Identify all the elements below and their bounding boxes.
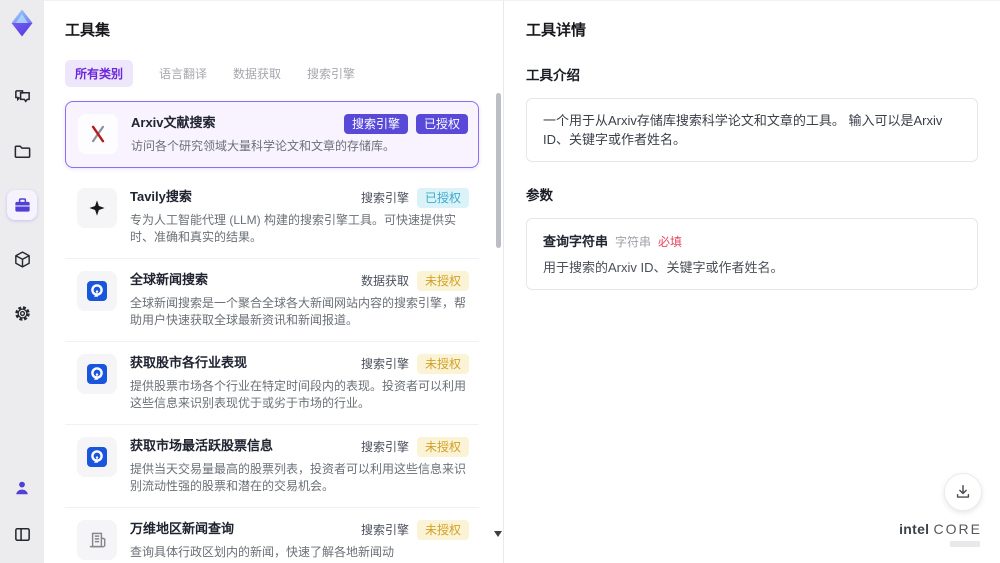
briefcase-icon xyxy=(14,197,30,212)
page-title: 工具集 xyxy=(65,22,111,39)
folder-icon xyxy=(14,145,30,158)
details-title: 工具详情 xyxy=(526,22,587,39)
user-profile-button[interactable] xyxy=(7,473,37,503)
tool-name: Tavily搜索 xyxy=(130,189,192,204)
tool-card[interactable]: Arxiv文献搜索 搜索引擎 已授权 访问各个研究领域大量科学论文和文章的存储库… xyxy=(65,101,479,168)
auth-status-badge: 未授权 xyxy=(416,437,469,457)
tool-card[interactable]: 万维地区新闻查询 搜索引擎 未授权 查询具体行政区划内的新闻，快速了解各地新闻动 xyxy=(65,508,479,563)
tool-icon-tile xyxy=(77,437,117,477)
tab-1[interactable]: 语言翻译 xyxy=(159,60,207,87)
app-rail xyxy=(0,0,44,563)
params-heading: 参数 xyxy=(526,188,553,203)
tool-icon-tile xyxy=(77,271,117,311)
tool-card[interactable]: 全球新闻搜索 数据获取 未授权 全球新闻搜索是一个聚合全球各大新闻网站内容的搜索… xyxy=(65,259,479,342)
auth-status-badge: 未授权 xyxy=(416,271,469,291)
tool-name: Arxiv文献搜索 xyxy=(131,115,216,130)
auth-status-badge: 已授权 xyxy=(415,114,468,134)
download-icon xyxy=(956,484,970,498)
chat-icon xyxy=(14,89,30,103)
tool-name: 获取市场最活跃股票信息 xyxy=(130,438,274,453)
collapse-sidebar-button[interactable] xyxy=(7,519,37,549)
param-required-badge: 必填 xyxy=(658,235,683,249)
nav-files-button[interactable] xyxy=(7,136,37,166)
tool-description: 访问各个研究领域大量科学论文和文章的存储库。 xyxy=(131,139,396,153)
tool-description: 专为人工智能代理 (LLM) 构建的搜索引擎工具。可快速提供实时、准确和真实的结… xyxy=(130,213,457,244)
nav-tools-button[interactable] xyxy=(7,190,37,220)
tavily-icon xyxy=(89,200,105,216)
brand-core: CORE xyxy=(933,521,982,537)
brand-underline xyxy=(950,541,980,547)
tab-2[interactable]: 数据获取 xyxy=(233,60,281,87)
intro-text: 一个用于从Arxiv存储库搜索科学论文和文章的工具。 输入可以是Arxiv ID… xyxy=(543,113,943,147)
intro-box: 一个用于从Arxiv存储库搜索科学论文和文章的工具。 输入可以是Arxiv ID… xyxy=(526,98,978,162)
sidebar-panel-icon xyxy=(14,527,30,541)
tool-icon-tile xyxy=(77,188,117,228)
scroll-down-icon[interactable] xyxy=(494,531,502,537)
tool-name: 获取股市各行业表现 xyxy=(130,355,248,370)
nav-settings-button[interactable] xyxy=(7,298,37,328)
gem-logo-icon xyxy=(11,9,33,37)
brand-intel: intel xyxy=(899,521,930,537)
param-name: 查询字符串 xyxy=(543,234,609,249)
qnews-icon xyxy=(87,281,107,301)
download-button[interactable] xyxy=(944,473,982,511)
qnews-icon xyxy=(87,447,107,467)
param-description: 用于搜索的Arxiv ID、关键字或作者姓名。 xyxy=(543,260,784,275)
tool-name: 全球新闻搜索 xyxy=(130,272,209,287)
category-badge: 搜索引擎 xyxy=(360,357,409,371)
building-icon xyxy=(89,532,106,548)
intro-heading: 工具介绍 xyxy=(526,68,580,83)
tool-cards: Arxiv文献搜索 搜索引擎 已授权 访问各个研究领域大量科学论文和文章的存储库… xyxy=(65,101,491,563)
tool-icon-tile xyxy=(77,354,117,394)
category-badge: 搜索引擎 xyxy=(360,191,409,205)
arxiv-icon xyxy=(91,125,105,143)
category-tabs: 所有类别 语言翻译 数据获取 搜索引擎 xyxy=(65,60,491,87)
gear-icon xyxy=(14,305,30,321)
nav-chat-button[interactable] xyxy=(7,82,37,112)
tool-description: 提供股票市场各个行业在特定时间段内的表现。投资者可以利用这些信息来识别表现优于或… xyxy=(130,379,467,410)
category-badge: 搜索引擎 xyxy=(360,440,409,454)
tool-card[interactable]: Tavily搜索 搜索引擎 已授权 专为人工智能代理 (LLM) 构建的搜索引擎… xyxy=(65,176,479,259)
tab-3[interactable]: 搜索引擎 xyxy=(307,60,355,87)
tool-name: 万维地区新闻查询 xyxy=(130,521,235,536)
tool-description: 全球新闻搜索是一个聚合全球各大新闻网站内容的搜索引擎，帮助用户快速获取全球最新资… xyxy=(130,296,467,327)
auth-status-badge: 未授权 xyxy=(416,520,469,540)
intel-core-logo: intel CORE xyxy=(899,521,982,547)
tool-description: 查询具体行政区划内的新闻，快速了解各地新闻动 xyxy=(130,545,395,559)
param-type: 字符串 xyxy=(615,235,652,249)
auth-status-badge: 未授权 xyxy=(416,354,469,374)
tool-icon-tile xyxy=(77,520,117,560)
nav-packages-button[interactable] xyxy=(7,244,37,274)
tool-card[interactable]: 获取市场最活跃股票信息 搜索引擎 未授权 提供当天交易量最高的股票列表，投资者可… xyxy=(65,425,479,508)
qnews-icon xyxy=(87,364,107,384)
category-badge: 搜索引擎 xyxy=(343,114,408,134)
tool-icon-tile xyxy=(78,114,118,154)
category-badge: 搜索引擎 xyxy=(360,523,409,537)
list-scrollbar[interactable] xyxy=(496,93,501,248)
package-icon xyxy=(14,250,30,268)
user-icon xyxy=(16,481,28,495)
tool-description: 提供当天交易量最高的股票列表，投资者可以利用这些信息来识别流动性强的股票和潜在的… xyxy=(130,462,467,493)
tool-list-panel: 工具集 所有类别 语言翻译 数据获取 搜索引擎 Arxiv文献搜索 搜索引擎 已授权 … xyxy=(44,0,503,563)
app-logo xyxy=(5,6,39,40)
category-badge: 数据获取 xyxy=(360,274,409,288)
tool-card[interactable]: 获取股市各行业表现 搜索引擎 未授权 提供股票市场各个行业在特定时间段内的表现。… xyxy=(65,342,479,425)
tab-0[interactable]: 所有类别 xyxy=(65,60,134,87)
auth-status-badge: 已授权 xyxy=(416,188,469,208)
tool-details-panel: 工具详情 工具介绍 一个用于从Arxiv存储库搜索科学论文和文章的工具。 输入可… xyxy=(503,0,1000,563)
param-box: 查询字符串 字符串 必填 用于搜索的Arxiv ID、关键字或作者姓名。 xyxy=(526,218,978,290)
